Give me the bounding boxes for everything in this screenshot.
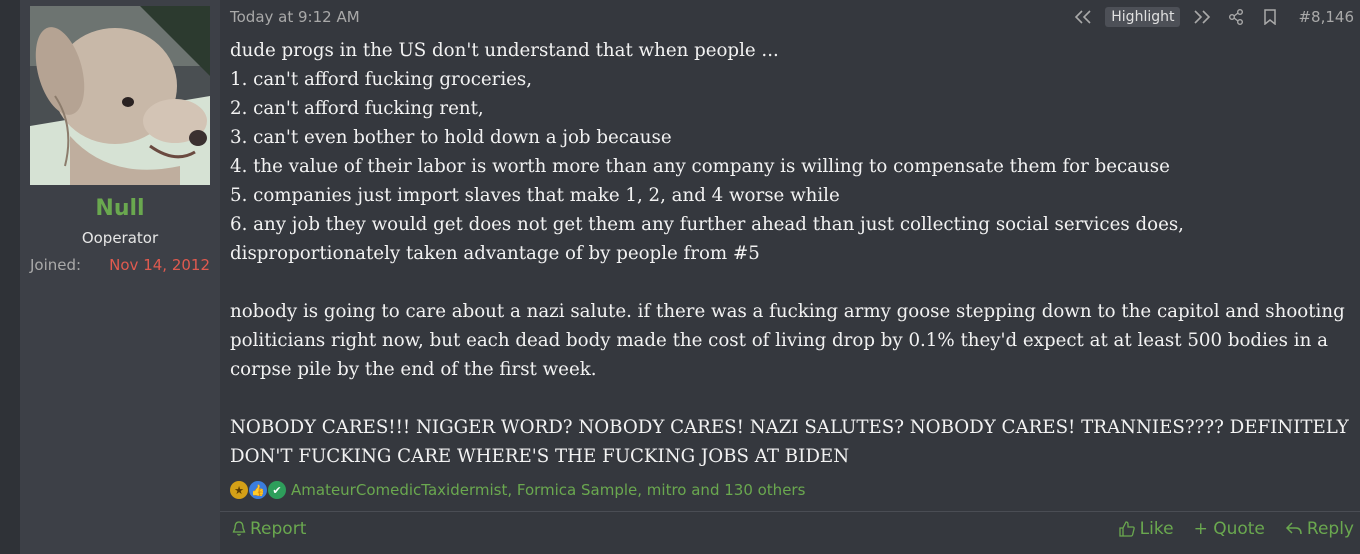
thumbs-up-reaction-icon: 👍 [249, 481, 267, 499]
reaction-users[interactable]: AmateurComedicTaxidermist, Formica Sampl… [291, 481, 805, 499]
reply-icon [1285, 522, 1302, 535]
post-line: 6. any job they would get does not get t… [230, 214, 1184, 264]
post-line: 3. can't even bother to hold down a job … [230, 127, 672, 148]
dog-avatar-icon [30, 6, 210, 185]
reaction-bar[interactable]: ★ 👍 ✔ AmateurComedicTaxidermist, Formica… [230, 479, 805, 501]
fast-forward-icon[interactable] [1190, 6, 1214, 28]
rewind-icon[interactable] [1071, 6, 1095, 28]
post-container: Today at 9:12 AM Highlight #8,146 dude p… [220, 0, 1360, 554]
post-line: 1. can't afford fucking groceries, [230, 69, 533, 90]
user-info-panel: Null Ooperator Joined: Nov 14, 2012 [20, 0, 220, 554]
post-toolbar: Highlight #8,146 [1071, 6, 1354, 28]
avatar[interactable] [30, 6, 210, 185]
post-number[interactable]: #8,146 [1298, 8, 1354, 26]
joined-date: Nov 14, 2012 [109, 256, 210, 274]
thumbs-up-icon [1119, 521, 1135, 537]
report-button[interactable]: Report [232, 519, 306, 539]
divider [220, 511, 1360, 512]
quote-button[interactable]: + Quote [1194, 519, 1265, 539]
share-icon[interactable] [1224, 6, 1248, 28]
reply-label: Reply [1306, 519, 1354, 539]
post-line: 4. the value of their labor is worth mor… [230, 156, 1170, 177]
post-body: dude progs in the US don't understand th… [230, 36, 1358, 471]
post-timestamp[interactable]: Today at 9:12 AM [230, 8, 360, 26]
reply-button[interactable]: Reply [1285, 519, 1354, 539]
medal-reaction-icon: ★ [230, 481, 248, 499]
post-line: 2. can't afford fucking rent, [230, 98, 484, 119]
report-label: Report [250, 519, 307, 539]
quote-label: + Quote [1193, 519, 1265, 539]
bookmark-icon[interactable] [1258, 6, 1282, 28]
username[interactable]: Null [20, 196, 220, 221]
like-label: Like [1139, 519, 1174, 539]
checkmark-reaction-icon: ✔ [268, 481, 286, 499]
highlight-button[interactable]: Highlight [1105, 7, 1181, 27]
post-paragraph: NOBODY CARES!!! NIGGER WORD? NOBODY CARE… [230, 417, 1349, 467]
post-line: 5. companies just import slaves that mak… [230, 185, 840, 206]
post-paragraph: nobody is going to care about a nazi sal… [230, 301, 1345, 380]
bell-icon [232, 521, 246, 536]
joined-label: Joined: [30, 256, 82, 274]
left-gutter [0, 0, 20, 554]
like-button[interactable]: Like [1118, 519, 1174, 539]
post-line: dude progs in the US don't understand th… [230, 40, 779, 61]
post-actions: Like + Quote Reply [1118, 519, 1354, 539]
user-title: Ooperator [81, 229, 159, 247]
